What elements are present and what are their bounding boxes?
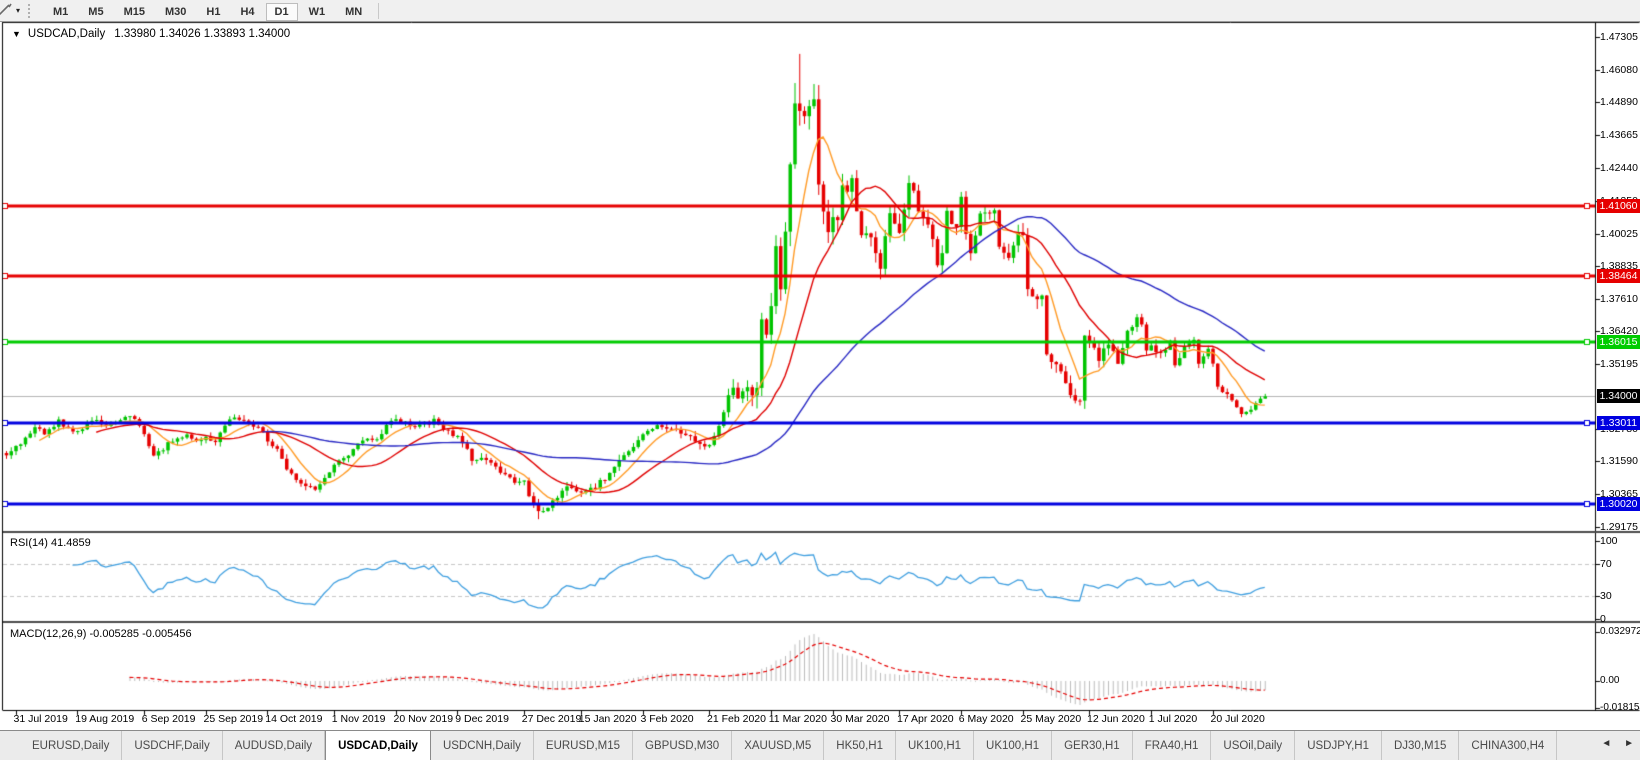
timeframe-button-m5[interactable]: M5 [79, 3, 112, 21]
timeframe-button-d1[interactable]: D1 [265, 2, 298, 21]
chart-tab-uk100-h1[interactable]: UK100,H1 [974, 731, 1053, 760]
chart-tab-usdchf-daily[interactable]: USDCHF,Daily [122, 731, 223, 760]
toolbar-separator [378, 2, 380, 19]
timeframe-buttons: M1 M5 M15 M30 H1 H4 D1 W1 MN [43, 2, 372, 21]
chart-tab-usdcad-daily[interactable]: USDCAD,Daily [325, 731, 431, 760]
chart-tab-china300-h4[interactable]: CHINA300,H4 [1459, 731, 1558, 760]
trendline-cursor-icon[interactable] [0, 3, 14, 19]
timeframe-button-m30[interactable]: M30 [156, 3, 195, 21]
chart-tab-usdjpy-h1[interactable]: USDJPY,H1 [1295, 731, 1382, 760]
chart-tab-xauusd-m5[interactable]: XAUUSD,M5 [732, 731, 825, 760]
tab-scroll-controls: ◄ ► [1591, 738, 1634, 749]
tabs-scroll-right-icon[interactable]: ► [1624, 738, 1634, 749]
chart-tab-audusd-daily[interactable]: AUDUSD,Daily [223, 731, 326, 760]
chart-canvas[interactable] [0, 0, 1640, 760]
dropdown-caret-icon[interactable]: ▾ [16, 6, 20, 15]
toolbar-grip[interactable] [28, 3, 35, 18]
chart-tab-dj30-m15[interactable]: DJ30,M15 [1382, 731, 1460, 760]
timeframe-button-w1[interactable]: W1 [300, 3, 335, 21]
chart-tab-usdcnh-daily[interactable]: USDCNH,Daily [431, 731, 534, 760]
timeframe-button-h4[interactable]: H4 [231, 3, 263, 21]
chart-tab-eurusd-m15[interactable]: EURUSD,M15 [534, 731, 634, 760]
chart-tab-uk100-h1[interactable]: UK100,H1 [896, 731, 975, 760]
chart-tab-gbpusd-m30[interactable]: GBPUSD,M30 [633, 731, 733, 760]
chart-tab-eurusd-daily[interactable]: EURUSD,Daily [0, 731, 123, 760]
timeframe-button-m15[interactable]: M15 [115, 3, 154, 21]
timeframe-toolbar: ▾ M1 M5 M15 M30 H1 H4 D1 W1 MN [0, 0, 1640, 22]
chart-tab-hk50-h1[interactable]: HK50,H1 [824, 731, 896, 760]
chart-tab-usoil-daily[interactable]: USOil,Daily [1211, 731, 1296, 760]
chart-tab-fra40-h1[interactable]: FRA40,H1 [1133, 731, 1212, 760]
chart-tab-bar: EURUSD,Daily USDCHF,Daily AUDUSD,Daily USDC… [0, 730, 1640, 760]
timeframe-button-mn[interactable]: MN [336, 3, 371, 21]
trading-terminal: ▾ M1 M5 M15 M30 H1 H4 D1 W1 MN ▼ USDCAD,Daily 1.33… [0, 0, 1640, 760]
tabs-scroll-left-icon[interactable]: ◄ [1601, 738, 1611, 749]
chart-tab-ger30-h1[interactable]: GER30,H1 [1052, 731, 1133, 760]
timeframe-button-m1[interactable]: M1 [44, 3, 77, 21]
chart-collapse-caret-icon[interactable]: ▼ [12, 29, 21, 39]
timeframe-button-h1[interactable]: H1 [197, 3, 229, 21]
